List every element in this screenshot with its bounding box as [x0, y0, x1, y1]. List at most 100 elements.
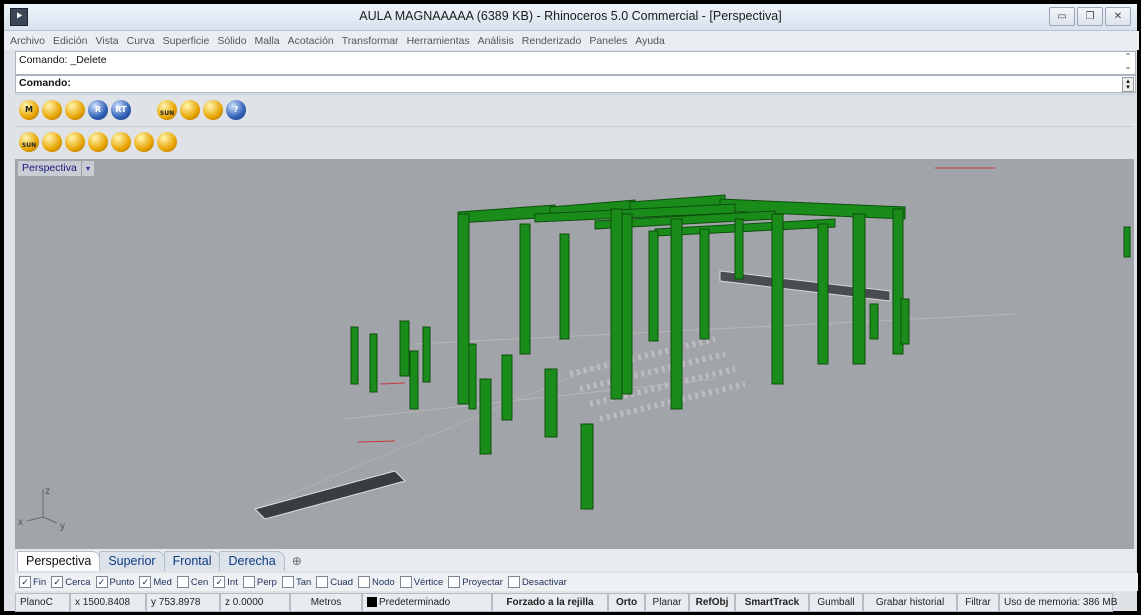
checkbox-icon[interactable] [357, 576, 370, 588]
menu-item-edición[interactable]: Edición [49, 35, 91, 47]
toolbar-divider [15, 126, 1134, 127]
osnap-punto[interactable]: ✓ Punto [95, 576, 135, 588]
checkbox-icon[interactable]: ✓ [139, 576, 152, 588]
menu-item-transformar[interactable]: Transformar [338, 35, 403, 47]
menu-item-renderizado[interactable]: Renderizado [518, 35, 586, 47]
filter-toggle[interactable]: Filtrar [957, 593, 999, 612]
linear-light-icon[interactable] [134, 132, 154, 152]
record-history-toggle[interactable]: Grabar historial [863, 593, 957, 612]
m-render-icon[interactable]: M [19, 100, 39, 120]
osnap-proyectar[interactable]: Proyectar [448, 576, 503, 588]
rectangular-light-icon[interactable] [111, 132, 131, 152]
maximize-button[interactable]: ❐ [1077, 7, 1103, 26]
status-layer-name: Predeterminado [379, 597, 451, 608]
checkbox-icon[interactable] [448, 576, 461, 588]
menu-item-archivo[interactable]: Archivo [6, 35, 49, 47]
menu-item-vista[interactable]: Vista [91, 35, 122, 47]
r-render-icon[interactable]: R [88, 100, 108, 120]
checkbox-icon[interactable]: ✓ [19, 576, 31, 588]
minimize-button[interactable]: ▭ [1049, 7, 1075, 26]
menu-item-curva[interactable]: Curva [123, 35, 159, 47]
osnap-med[interactable]: ✓ Med [139, 576, 172, 588]
grid-snap-toggle[interactable]: Forzado a la rejilla [492, 593, 608, 612]
menu-item-ayuda[interactable]: Ayuda [631, 35, 669, 47]
menu-item-malla[interactable]: Malla [251, 35, 284, 47]
command-history-scroll[interactable]: ⌃ ⌄ [1122, 52, 1134, 74]
osnap-fin[interactable]: ✓ Fin [19, 576, 46, 588]
command-line: Comando: ▴ ▾ [15, 75, 1136, 93]
osnap-vértice[interactable]: Vértice [399, 576, 444, 588]
command-spinner[interactable]: ▴ ▾ [1122, 77, 1134, 92]
checkbox-icon[interactable]: ✓ [95, 576, 108, 588]
checkbox-icon[interactable]: ✓ [51, 576, 64, 588]
menu-item-acotación[interactable]: Acotación [284, 35, 338, 47]
viewport-menu-arrow-icon[interactable]: ▾ [82, 161, 94, 176]
checkbox-icon[interactable]: ✓ [213, 576, 226, 588]
osnap-cerca[interactable]: ✓ Cerca [51, 576, 91, 588]
menu-item-superficie[interactable]: Superficie [159, 35, 214, 47]
close-button[interactable]: ✕ [1105, 7, 1131, 26]
smarttrack-toggle[interactable]: SmartTrack [735, 593, 809, 612]
spotlight-icon[interactable] [42, 132, 62, 152]
osnap-cen[interactable]: Cen [176, 576, 208, 588]
point-light-icon[interactable] [65, 132, 85, 152]
menu-item-herramientas[interactable]: Herramientas [403, 35, 474, 47]
light-edit-icon[interactable] [157, 132, 177, 152]
menu-item-sólido[interactable]: Sólido [213, 35, 250, 47]
material-edit-icon[interactable] [65, 100, 85, 120]
osnap-label: Cuad [330, 576, 353, 588]
tab-derecha[interactable]: Derecha [219, 551, 285, 571]
layer-color-swatch [367, 597, 377, 608]
axes-widget [26, 489, 58, 524]
menu-item-paneles[interactable]: Paneles [585, 35, 631, 47]
osnap-int[interactable]: ✓ Int [213, 576, 238, 588]
rt-render-icon[interactable]: RT [111, 100, 131, 120]
memory-usage: Uso de memoria: 386 MB [999, 593, 1117, 612]
checkbox-icon[interactable] [176, 576, 189, 588]
viewport-tabs: Perspectiva Superior Frontal Derecha ⊕ [15, 549, 1136, 571]
tab-superior[interactable]: Superior [99, 551, 165, 571]
sun-light-icon[interactable]: SUN [19, 132, 39, 152]
osnap-perp[interactable]: Perp [242, 576, 277, 588]
tab-perspectiva[interactable]: Perspectiva [17, 551, 101, 571]
environment-icon[interactable] [180, 100, 200, 120]
status-bar: PlanoC x 1500.8408 y 753.8978 z 0.0000 M… [15, 593, 1134, 612]
checkbox-icon[interactable] [316, 576, 329, 588]
status-cplane[interactable]: PlanoC [15, 593, 70, 612]
landscape-icon[interactable] [203, 100, 223, 120]
osnap-toggle[interactable]: RefObj [689, 593, 735, 612]
perspective-viewport[interactable]: z x y Perspectiva ▾ [15, 159, 1134, 549]
osnap-cuad[interactable]: Cuad [316, 576, 353, 588]
osnap-tan[interactable]: Tan [281, 576, 311, 588]
osnap-label: Perp [256, 576, 277, 588]
lights-toolbar: SUN [15, 128, 177, 156]
material-icon[interactable] [42, 100, 62, 120]
rhino-window: ⯈ AULA MAGNAAAAA (6389 KB) - Rhinoceros … [4, 4, 1139, 612]
planar-toggle[interactable]: Planar [645, 593, 689, 612]
status-layer[interactable]: Predeterminado [362, 593, 492, 612]
status-z-coordinate: z 0.0000 [220, 593, 290, 612]
checkbox-icon[interactable] [399, 576, 412, 588]
gumball-toggle[interactable]: Gumball [809, 593, 863, 612]
menu-item-análisis[interactable]: Análisis [474, 35, 518, 47]
help-icon[interactable]: ? [226, 100, 246, 120]
osnap-nodo[interactable]: Nodo [357, 576, 395, 588]
viewport-title[interactable]: Perspectiva [18, 161, 81, 176]
osnap-label: Punto [109, 576, 135, 588]
command-input[interactable] [78, 77, 1112, 92]
status-x-coordinate: x 1500.8408 [70, 593, 146, 612]
tab-frontal[interactable]: Frontal [163, 551, 221, 571]
osnap-desactivar[interactable]: Desactivar [507, 576, 567, 588]
light-rays-icon[interactable] [134, 100, 154, 120]
sun-icon[interactable]: SUN [157, 100, 177, 120]
viewport-scene: z x y [18, 167, 1131, 532]
ortho-toggle[interactable]: Orto [608, 593, 645, 612]
directional-light-icon[interactable] [88, 132, 108, 152]
osnap-bar: ✓ Fin ✓ Cerca ✓ Punto ✓ Med Cen ✓ Int Perp Tan Cuad No… [15, 573, 1138, 591]
checkbox-icon[interactable] [507, 576, 520, 588]
title-bar[interactable]: ⯈ AULA MAGNAAAAA (6389 KB) - Rhinoceros … [4, 4, 1137, 31]
checkbox-icon[interactable] [242, 576, 255, 588]
checkbox-icon[interactable] [281, 576, 294, 588]
add-tab-icon[interactable]: ⊕ [284, 552, 310, 571]
osnap-label: Vértice [413, 576, 444, 588]
